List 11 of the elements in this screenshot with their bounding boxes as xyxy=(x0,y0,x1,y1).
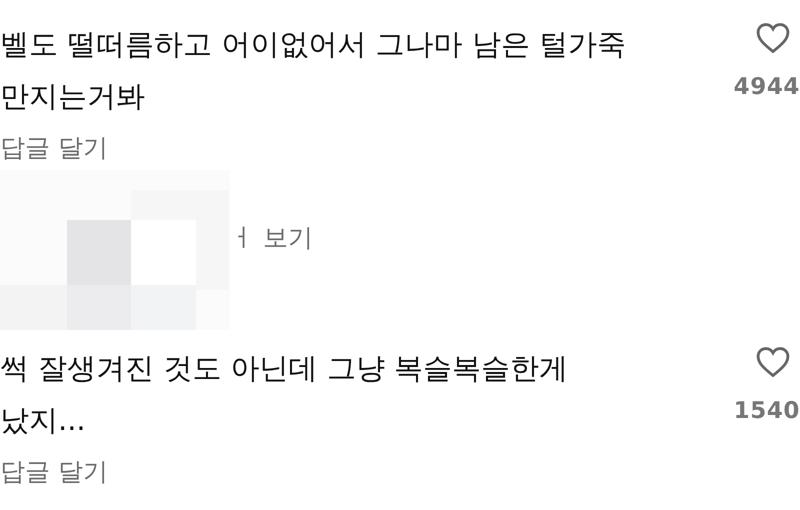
comment-text: 벨도 떨떠름하고 어이없어서 그나마 남은 털가죽 xyxy=(0,26,626,63)
comment-text: 만지는거봐 xyxy=(0,78,146,115)
reply-button[interactable]: 답글 달기 xyxy=(0,450,568,494)
comment-text: 썩 잘생겨진 것도 아닌데 그냥 복슬복슬한게 xyxy=(0,350,568,387)
heart-icon[interactable] xyxy=(756,346,790,378)
reply-button[interactable]: 답글 달기 xyxy=(0,126,626,170)
comment-text: 났지... xyxy=(0,402,87,439)
like-count: 4944 xyxy=(734,73,800,102)
more-replies-link[interactable]: ㅓ 보기 xyxy=(230,219,313,257)
like-count: 1540 xyxy=(734,397,800,426)
heart-icon[interactable] xyxy=(756,22,790,54)
